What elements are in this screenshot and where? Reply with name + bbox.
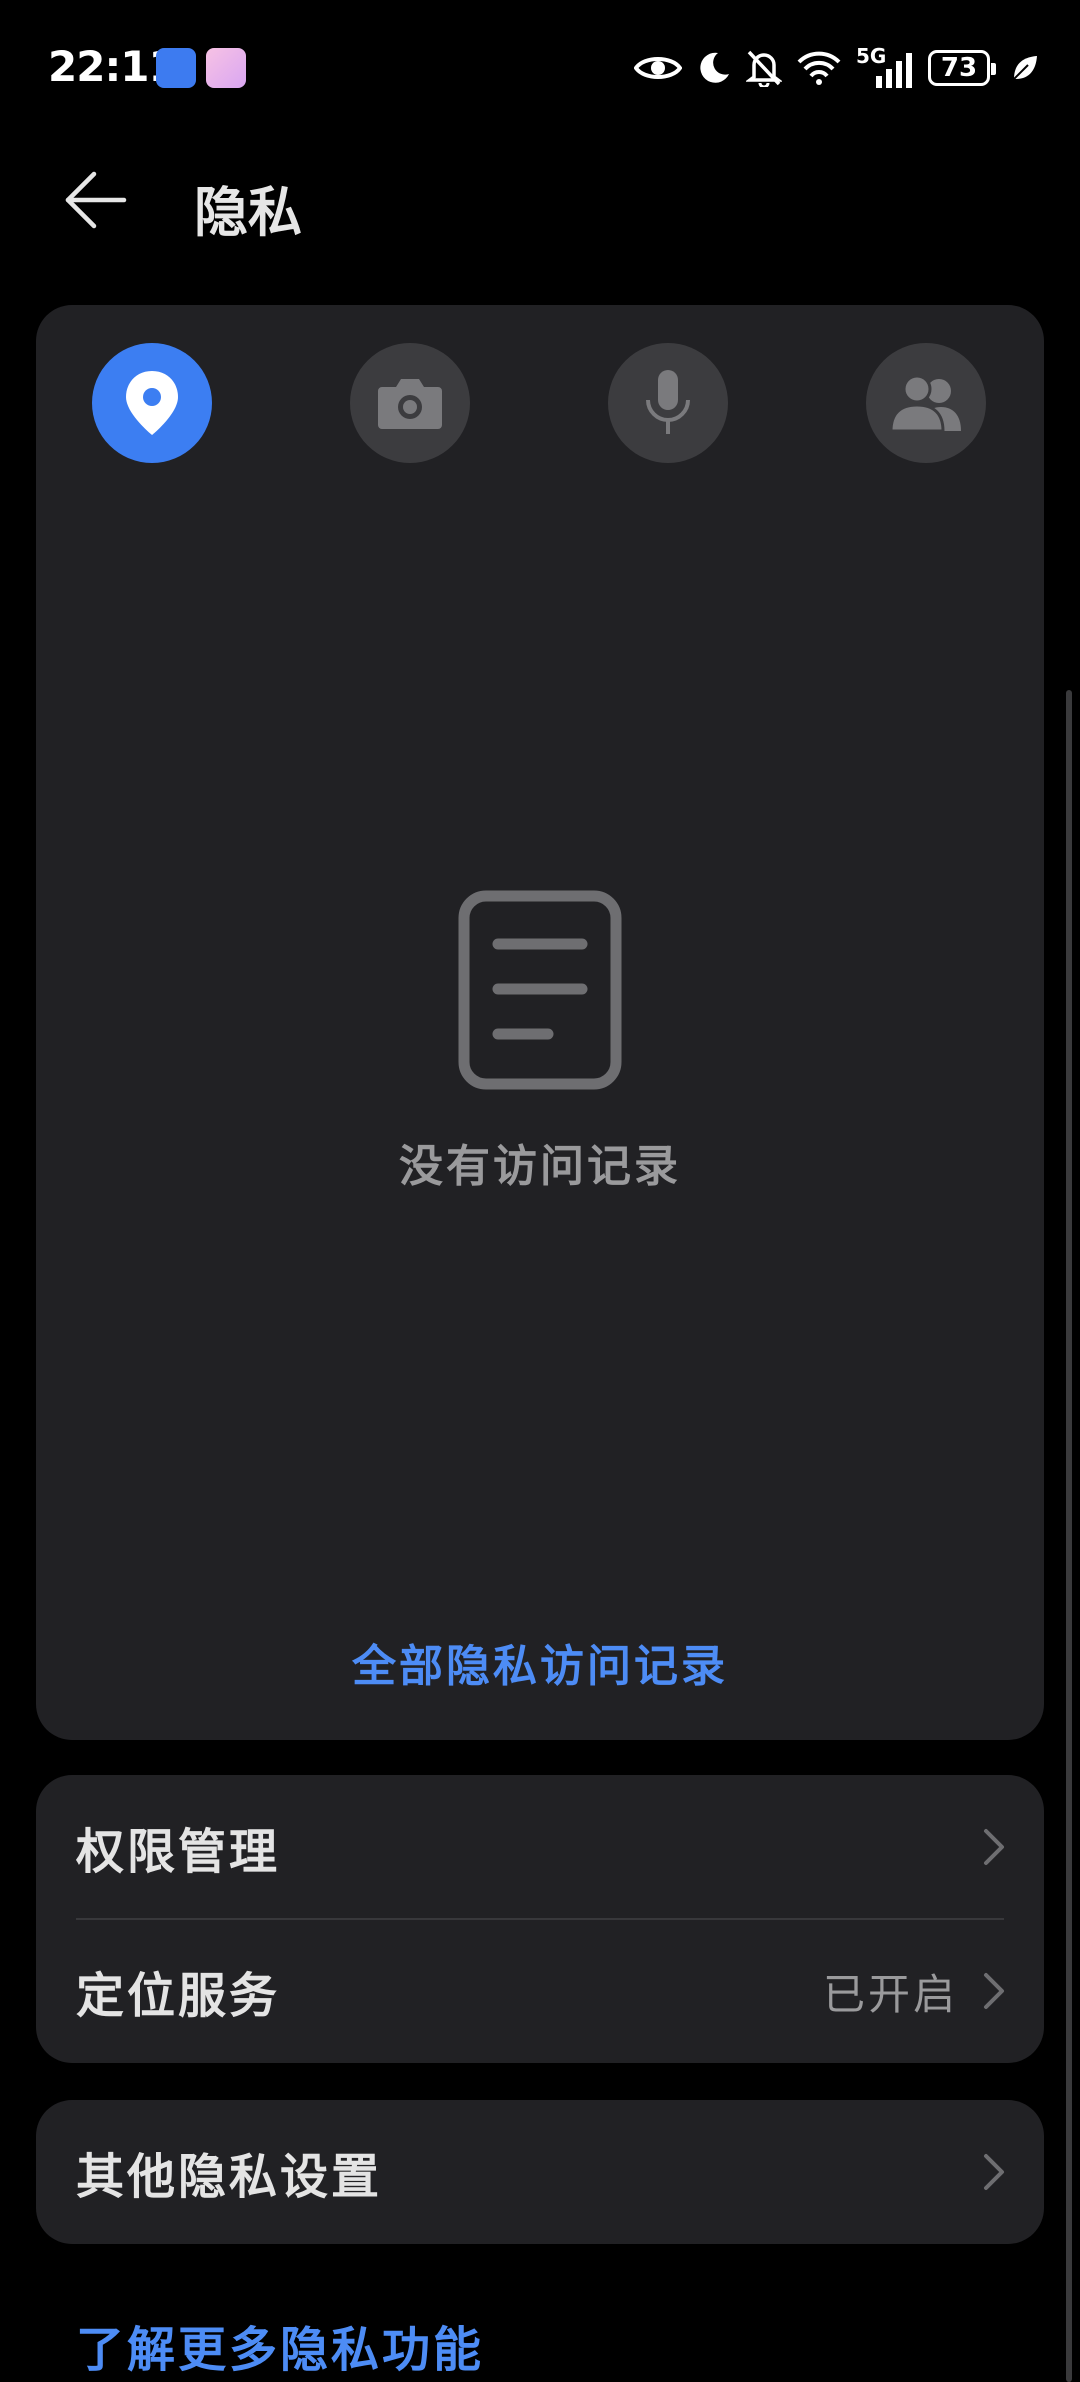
microphone-icon [646, 370, 690, 434]
document-icon [458, 890, 622, 1090]
other-privacy-settings-label: 其他隐私设置 [76, 2149, 383, 2205]
tab-camera[interactable] [350, 343, 470, 463]
chevron-right-icon [984, 1829, 1004, 1865]
leaf-icon [1013, 56, 1037, 80]
other-privacy-card: 其他隐私设置 [36, 2100, 1044, 2244]
learn-more-privacy-link[interactable]: 了解更多隐私功能 [76, 2310, 484, 2380]
chevron-right-icon [984, 2154, 1004, 2190]
chevron-right-icon [984, 1973, 1004, 2009]
arrow-left-icon [65, 171, 127, 229]
signal-icon [876, 53, 912, 88]
tab-microphone[interactable] [608, 343, 728, 463]
gallery-icon [206, 48, 246, 88]
camera-icon [378, 379, 442, 429]
eye-icon [634, 57, 682, 79]
location-service-status: 已开启 [822, 1969, 958, 2019]
empty-state-text: 没有访问记录 [399, 1141, 681, 1192]
other-privacy-settings-row[interactable]: 其他隐私设置 [36, 2100, 1044, 2244]
status-icons: 5G 73 [634, 44, 1040, 92]
permission-management-label: 权限管理 [76, 1824, 281, 1880]
battery-icon: 73 [928, 50, 996, 86]
empty-state: 没有访问记录 [36, 890, 1044, 1194]
access-records-card: 没有访问记录 全部隐私访问记录 [36, 305, 1044, 1740]
moon-icon [700, 52, 729, 83]
tab-location[interactable] [92, 343, 212, 463]
page-title: 隐私 [194, 181, 302, 244]
location-service-label: 定位服务 [76, 1968, 281, 2024]
signal-indicator: 5G [856, 44, 914, 88]
permission-type-tabs [92, 343, 986, 465]
scrollbar[interactable] [1066, 690, 1072, 2382]
location-service-row[interactable]: 定位服务 已开启 [36, 1919, 1044, 2063]
back-button[interactable] [64, 164, 154, 236]
status-bar: 22:11 5G 73 [0, 0, 1080, 130]
app-store-icon [156, 48, 196, 88]
battery-level: 73 [940, 53, 978, 83]
permissions-card: 权限管理 定位服务 已开启 [36, 1775, 1044, 2063]
wifi-icon [797, 51, 841, 85]
contacts-icon [889, 374, 961, 433]
header: 隐私 [0, 150, 1080, 250]
location-pin-icon [126, 371, 178, 435]
permission-management-row[interactable]: 权限管理 [36, 1775, 1044, 1920]
tab-contacts[interactable] [866, 343, 986, 463]
all-privacy-records-link[interactable]: 全部隐私访问记录 [36, 1630, 1044, 1694]
bell-off-icon [746, 50, 782, 87]
